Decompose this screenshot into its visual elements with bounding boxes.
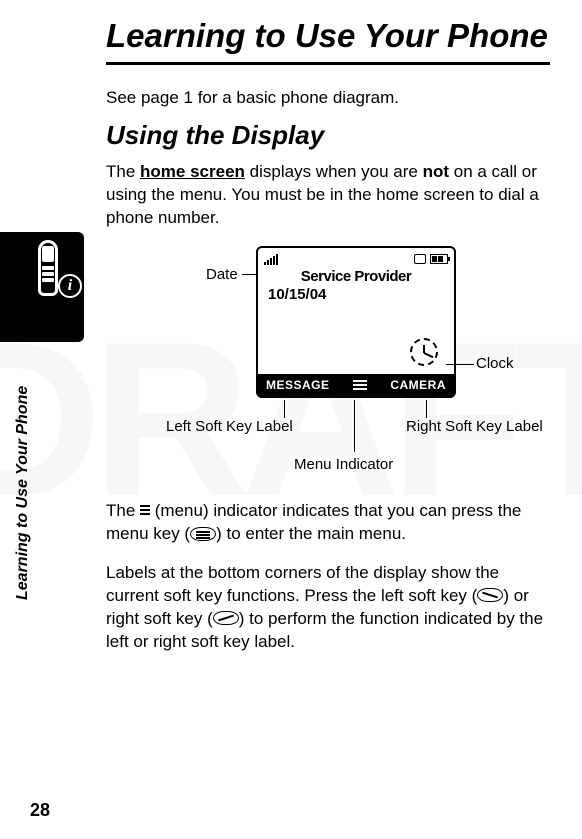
phone-display: Service Provider 10/15/04 MESSAGE CAMERA	[256, 246, 456, 398]
callout-right-soft-key: Right Soft Key Label	[406, 418, 543, 435]
running-header: Learning to Use Your Phone	[14, 386, 32, 600]
callout-date: Date	[206, 266, 238, 283]
left-soft-key-icon	[477, 588, 503, 602]
callout-left-soft-key: Left Soft Key Label	[166, 418, 293, 435]
clock-icon	[410, 338, 438, 366]
page-number: 28	[30, 800, 50, 821]
section-heading: Using the Display	[106, 120, 550, 151]
menu-key-icon	[190, 527, 216, 541]
title-rule	[106, 62, 550, 65]
menu-indicator-icon	[353, 380, 367, 390]
ring-icon	[414, 254, 426, 264]
right-soft-key-label: CAMERA	[390, 378, 446, 392]
callout-menu-indicator: Menu Indicator	[294, 456, 393, 473]
date-label: 10/15/04	[268, 286, 326, 303]
signal-icon	[264, 254, 278, 265]
battery-icon	[430, 254, 448, 264]
home-screen-figure: Date Service Provider 10/15/04 MESSAGE C…	[106, 246, 550, 486]
home-screen-paragraph: The home screen displays when you are no…	[106, 161, 550, 230]
phone-icon: i	[28, 240, 78, 318]
service-provider-label: Service Provider	[266, 268, 446, 285]
info-icon: i	[58, 274, 82, 298]
left-soft-key-label: MESSAGE	[266, 378, 330, 392]
intro-text: See page 1 for a basic phone diagram.	[106, 87, 550, 110]
status-bar	[264, 252, 448, 266]
chapter-tab: i	[0, 232, 84, 342]
callout-clock: Clock	[476, 355, 514, 372]
soft-key-bar: MESSAGE CAMERA	[258, 374, 454, 396]
menu-glyph-icon	[140, 505, 150, 517]
menu-indicator-paragraph: The (menu) indicator indicates that you …	[106, 500, 550, 546]
right-soft-key-icon	[213, 611, 239, 625]
soft-key-paragraph: Labels at the bottom corners of the disp…	[106, 562, 550, 654]
page-title: Learning to Use Your Phone	[106, 18, 550, 54]
